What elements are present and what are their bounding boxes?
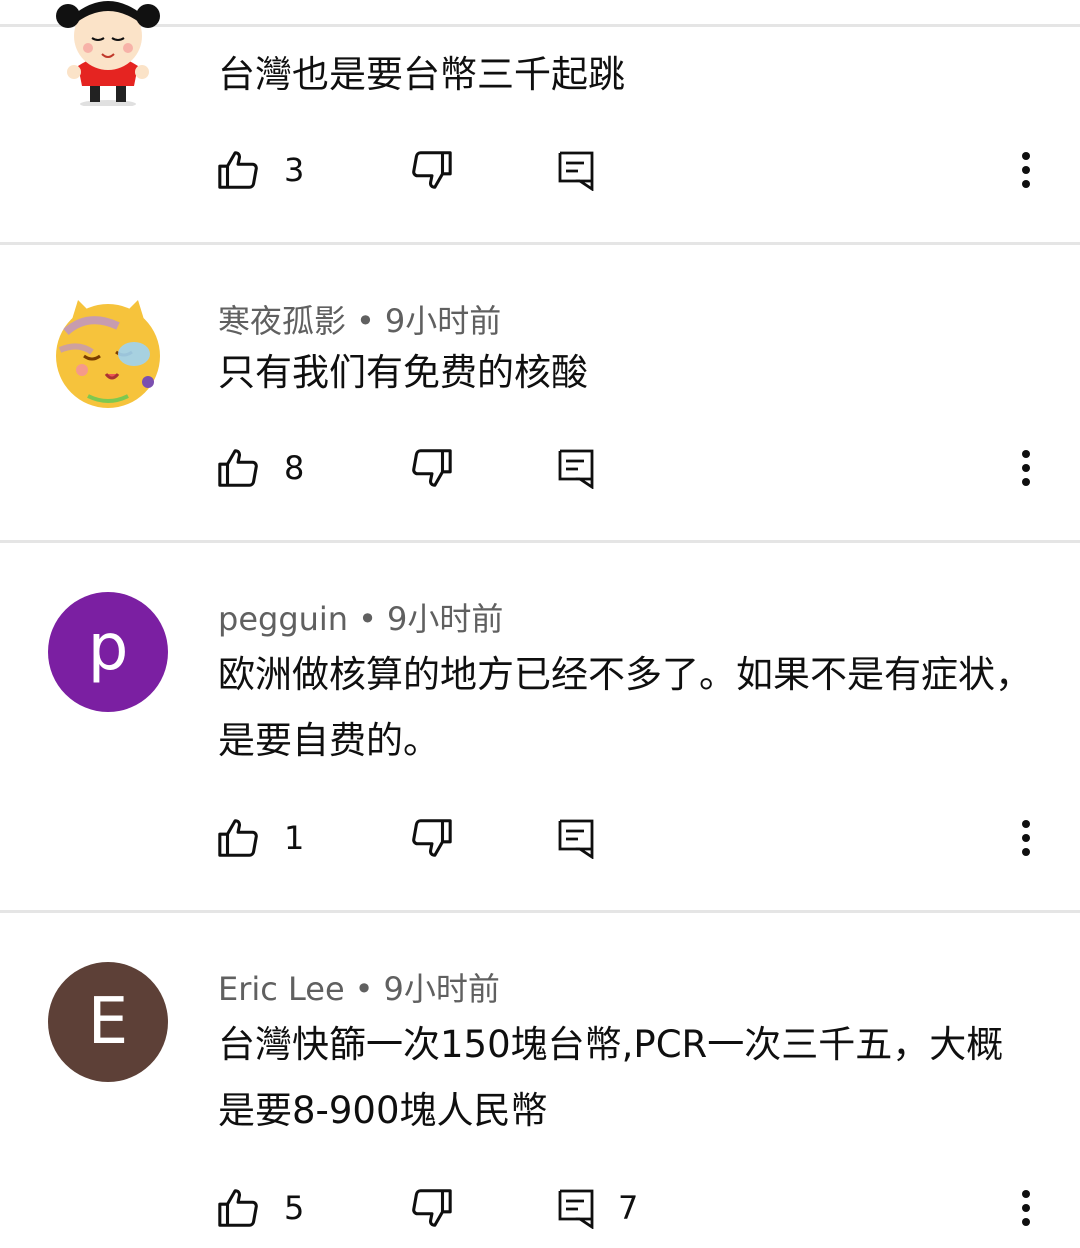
reply-comment-icon (556, 1187, 596, 1229)
thumbs-down-icon (408, 815, 454, 861)
author-name[interactable]: Eric Lee (218, 970, 345, 1008)
more-options-button[interactable] (1004, 438, 1048, 498)
more-options-button[interactable] (1004, 808, 1048, 868)
meta-separator: • (358, 600, 377, 638)
thumbs-down-icon (408, 147, 454, 193)
pucca-cartoon-avatar-icon (56, 1, 160, 108)
comment-meta: pegguin • 9小时前 (218, 594, 503, 640)
comment-actions: 1 (0, 808, 1080, 868)
thumbs-up-icon (216, 815, 262, 861)
avatar[interactable] (48, 0, 168, 108)
thumbs-up-icon (216, 445, 262, 491)
like-count: 1 (284, 819, 305, 857)
dislike-button[interactable] (408, 1178, 454, 1238)
comment-text: 台灣也是要台幣三千起跳 (218, 53, 625, 96)
dislike-button[interactable] (408, 438, 454, 498)
like-button[interactable]: 5 (216, 1178, 304, 1238)
more-options-button[interactable] (1004, 1178, 1048, 1238)
more-options-button[interactable] (1004, 140, 1048, 200)
comment-time: 9小时前 (386, 600, 504, 638)
comment-text: 欧洲做核算的地方已经不多了。如果不是有症状，是要自费的。 (218, 653, 1032, 762)
avatar[interactable] (48, 292, 168, 412)
like-button[interactable]: 3 (216, 140, 304, 200)
comment-meta: 寒夜孤影 • 9小时前 (218, 296, 501, 342)
author-name[interactable]: pegguin (218, 600, 348, 638)
comment-actions: 8 (0, 438, 1080, 498)
avatar[interactable]: p (48, 592, 168, 712)
more-vert-icon (1020, 150, 1032, 190)
comment-actions: 5 7 (0, 1178, 1080, 1238)
thumbs-up-icon (216, 1185, 262, 1231)
comment-text: 只有我们有免费的核酸 (218, 351, 588, 394)
reply-button[interactable] (556, 808, 618, 868)
reply-button[interactable]: 7 (556, 1178, 638, 1238)
like-count: 3 (284, 151, 305, 189)
comment-time: 9小时前 (384, 302, 502, 340)
avatar-letter: E (87, 985, 129, 1059)
more-vert-icon (1020, 448, 1032, 488)
like-count: 5 (284, 1189, 305, 1227)
comment-time: 9小时前 (383, 970, 500, 1008)
thumbs-up-icon (216, 147, 262, 193)
comment-meta: Eric Lee • 9小时前 (218, 964, 500, 1010)
dislike-button[interactable] (408, 140, 454, 200)
comment-divider (0, 540, 1080, 543)
thumbs-down-icon (408, 1185, 454, 1231)
like-count: 8 (284, 449, 305, 487)
meta-separator: • (356, 302, 375, 340)
avatar[interactable]: E (48, 962, 168, 1082)
comment-divider (0, 242, 1080, 245)
reply-button[interactable] (556, 140, 618, 200)
cat-cartoon-avatar-icon (56, 300, 160, 408)
comment-text: 台灣快篩一次150塊台幣,PCR一次三千五，大概是要8-900塊人民幣 (218, 1023, 1004, 1132)
like-button[interactable]: 1 (216, 808, 304, 868)
reply-button[interactable] (556, 438, 618, 498)
comment-actions: 3 (0, 140, 1080, 200)
reply-comment-icon (556, 149, 596, 191)
avatar-letter: p (87, 611, 129, 685)
more-vert-icon (1020, 818, 1032, 858)
author-name[interactable]: 寒夜孤影 (218, 302, 346, 340)
like-button[interactable]: 8 (216, 438, 304, 498)
meta-separator: • (354, 970, 374, 1008)
thumbs-down-icon (408, 445, 454, 491)
dislike-button[interactable] (408, 808, 454, 868)
more-vert-icon (1020, 1188, 1032, 1228)
comment-divider (0, 910, 1080, 913)
reply-comment-icon (556, 447, 596, 489)
reply-comment-icon (556, 817, 596, 859)
reply-count: 7 (618, 1189, 639, 1227)
